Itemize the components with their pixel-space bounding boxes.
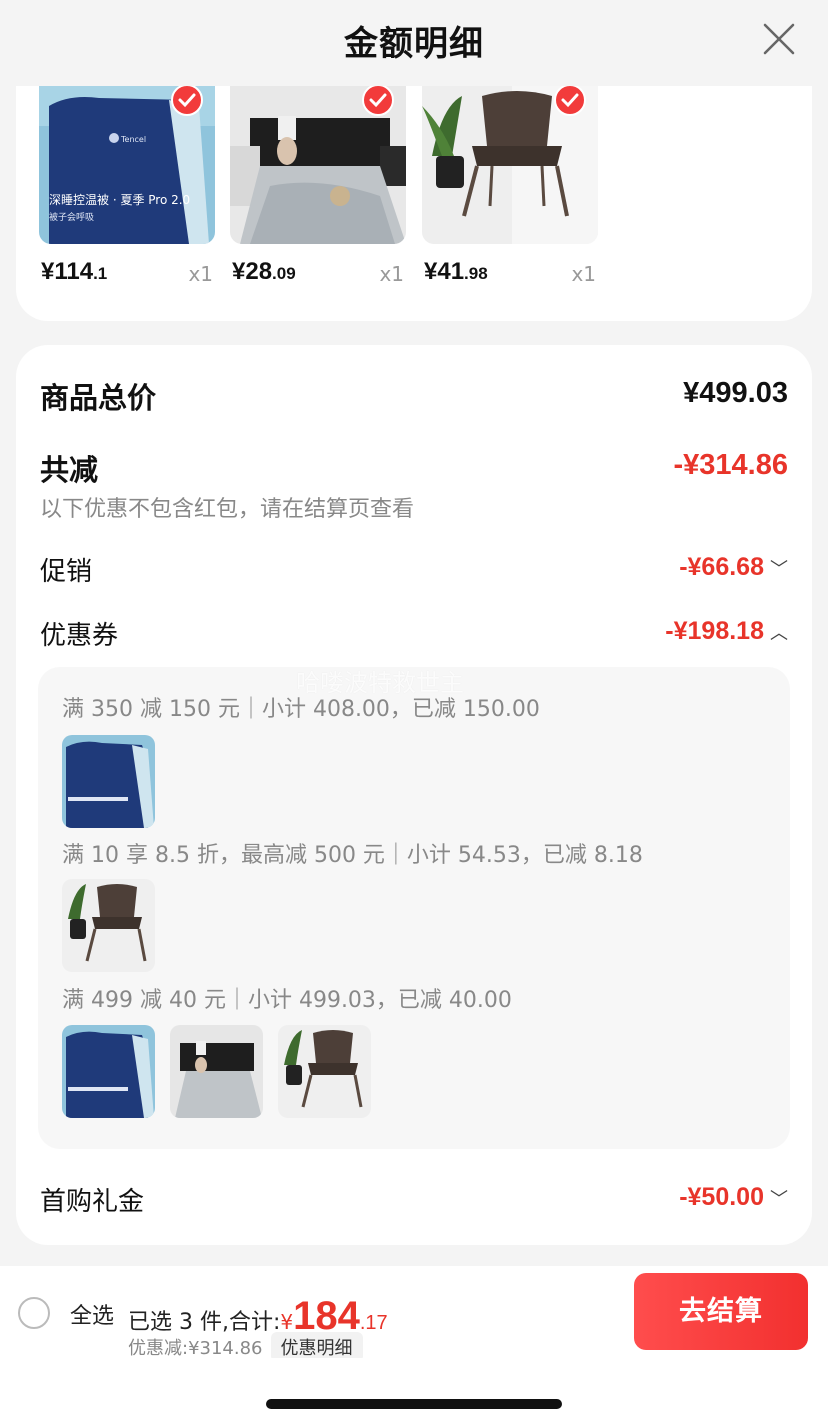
goods-total-label: 商品总价 [40, 381, 157, 415]
goods-total-value: ¥499.03 [683, 377, 788, 409]
chevron-down-icon: ﹀ [770, 559, 788, 579]
promo-row[interactable]: -¥66.68 ﹀ [679, 553, 788, 582]
coupon-products [62, 1025, 371, 1118]
check-badge-icon[interactable] [362, 86, 394, 116]
total-currency: ¥ [280, 1310, 294, 1334]
selected-products-card: Tencel 深睡控温被 · 夏季 Pro 2.0 被子会呼吸 ¥114.1 x… [16, 86, 812, 321]
coupon-label: 优惠券 [40, 621, 119, 651]
product-price: ¥41.98 [424, 258, 488, 285]
product-thumb-quilt [62, 735, 155, 828]
discount-note: 以下优惠不包含红包，请在结算页查看 [40, 497, 415, 522]
svg-text:Tencel: Tencel [120, 135, 146, 144]
product-image-quilt: Tencel 深睡控温被 · 夏季 Pro 2.0 被子会呼吸 [39, 86, 215, 244]
watermark: 哈喽波特救世主 [296, 669, 464, 697]
product-price: ¥114.1 [41, 258, 108, 285]
product-quantity: x1 [571, 262, 596, 286]
discount-amount: 优惠减:¥314.86 [128, 1338, 263, 1359]
close-icon[interactable] [762, 22, 796, 56]
coupon-products [62, 735, 155, 828]
checkout-bar: 全选 已选 3 件,合计:¥184.17 优惠减:¥314.86 优惠明细 去结算 [0, 1266, 828, 1362]
radio-unchecked-icon[interactable] [18, 1297, 50, 1329]
product-image-bedroom [230, 86, 406, 244]
gift-value: -¥50.00 [679, 1183, 764, 1211]
price-detail-card: 商品总价 ¥499.03 共减 -¥314.86 以下优惠不包含红包，请在结算页… [16, 345, 812, 1245]
svg-text:被子会呼吸: 被子会呼吸 [49, 211, 94, 223]
gift-row[interactable]: -¥50.00 ﹀ [679, 1183, 788, 1212]
chevron-down-icon: ﹀ [770, 1189, 788, 1209]
coupon-detail-box: 满 350 减 150 元｜小计 408.00，已减 150.00 满 10 享… [38, 667, 790, 1149]
product-thumb-chair [62, 879, 155, 972]
product-thumb-bedroom [170, 1025, 263, 1118]
total-decimal: .17 [359, 1312, 388, 1334]
product-quantity: x1 [379, 262, 404, 286]
product-quantity: x1 [188, 262, 213, 286]
promo-value: -¥66.68 [679, 553, 764, 581]
product-price: ¥28.09 [232, 258, 296, 285]
safe-area [0, 1358, 828, 1424]
coupon-rule: 满 499 减 40 元｜小计 499.03，已减 40.00 [62, 988, 512, 1013]
product-item[interactable]: Tencel 深睡控温被 · 夏季 Pro 2.0 被子会呼吸 ¥114.1 x… [39, 86, 215, 286]
coupon-rule: 满 10 享 8.5 折，最高减 500 元｜小计 54.53，已减 8.18 [62, 843, 643, 868]
product-item[interactable]: ¥41.98 x1 [422, 86, 598, 286]
total-reduce-label: 共减 [40, 453, 99, 487]
chevron-up-icon: ︿ [770, 623, 788, 643]
select-all-label[interactable]: 全选 [70, 1298, 114, 1330]
check-badge-icon[interactable] [554, 86, 586, 116]
product-item[interactable]: ¥28.09 x1 [230, 86, 406, 286]
header: 金额明细 [0, 0, 828, 86]
product-thumb-chair [278, 1025, 371, 1118]
svg-text:深睡控温被 · 夏季 Pro 2.0: 深睡控温被 · 夏季 Pro 2.0 [49, 193, 190, 207]
check-badge-icon[interactable] [171, 86, 203, 116]
product-image-chair [422, 86, 598, 244]
promo-label: 促销 [40, 557, 93, 587]
coupon-products [62, 879, 155, 972]
product-thumb-quilt [62, 1025, 155, 1118]
page-title: 金额明细 [344, 24, 484, 64]
coupon-value: -¥198.18 [665, 617, 764, 645]
checkout-button[interactable]: 去结算 [634, 1273, 808, 1350]
home-indicator[interactable] [266, 1399, 562, 1409]
coupon-row[interactable]: -¥198.18 ︿ [665, 617, 788, 646]
gift-label: 首购礼金 [40, 1187, 145, 1217]
total-reduce-value: -¥314.86 [673, 449, 789, 481]
